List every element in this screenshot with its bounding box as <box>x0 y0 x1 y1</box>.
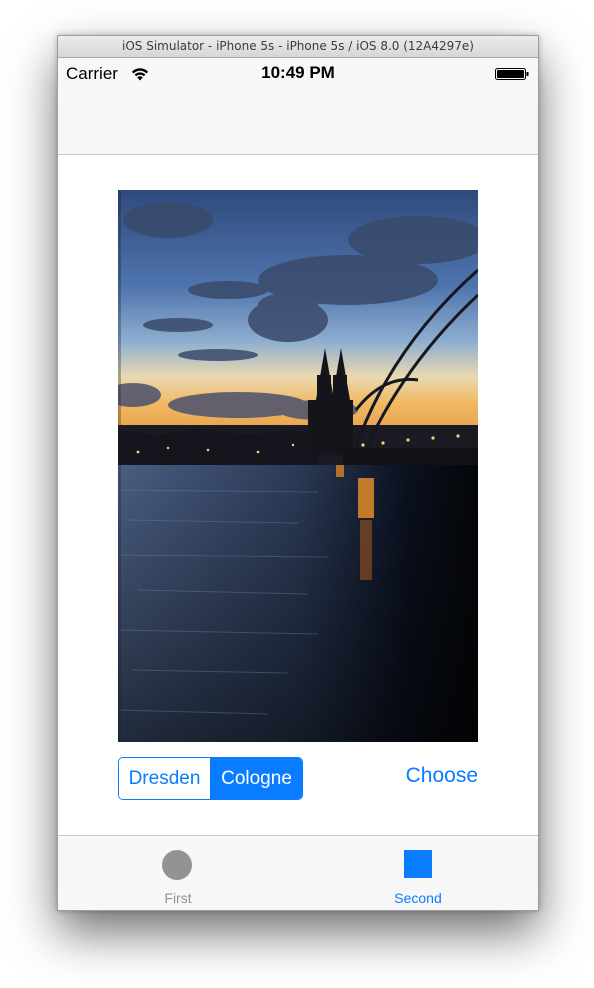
tab-first-label: First <box>164 890 192 906</box>
choose-button[interactable]: Choose <box>406 764 478 788</box>
tab-second[interactable]: Second <box>298 836 538 910</box>
navigation-bar: Carrier 10:49 PM <box>58 58 538 155</box>
simulator-window: iOS Simulator - iPhone 5s - iPhone 5s / … <box>57 35 539 911</box>
night-river-image <box>118 190 478 742</box>
segment-cologne[interactable]: Cologne <box>210 758 302 799</box>
city-segmented-control[interactable]: Dresden Cologne <box>118 757 303 800</box>
circle-icon <box>162 850 192 880</box>
tab-bar: First Second <box>58 835 538 910</box>
segment-dresden[interactable]: Dresden <box>119 758 210 799</box>
tab-second-label: Second <box>394 890 442 906</box>
status-bar: Carrier 10:49 PM <box>58 58 538 90</box>
device-screen: Carrier 10:49 PM Dresden Cologne Choose … <box>58 58 538 910</box>
battery-icon <box>495 68 529 80</box>
window-title: iOS Simulator - iPhone 5s - iPhone 5s / … <box>58 36 538 58</box>
clock-time: 10:49 PM <box>261 63 335 82</box>
tab-first[interactable]: First <box>58 836 298 910</box>
square-icon <box>404 850 432 878</box>
cologne-photo <box>118 190 478 742</box>
